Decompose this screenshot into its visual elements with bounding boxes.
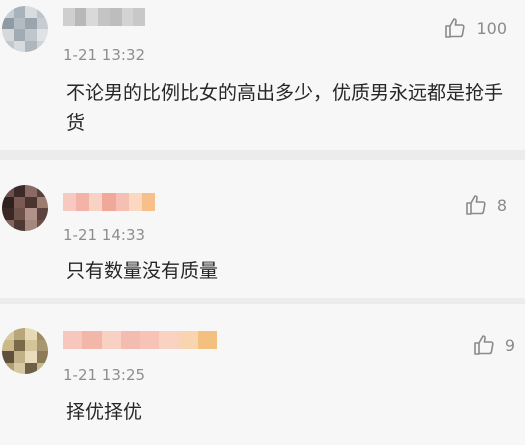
username-blurred[interactable]: [63, 331, 217, 349]
avatar-pixel: [36, 219, 48, 231]
username-pixel: [141, 193, 155, 211]
avatar-pixel: [2, 40, 14, 52]
username-blurred[interactable]: [63, 8, 146, 26]
thumbs-up-icon: [466, 195, 486, 215]
like-count: 100: [476, 18, 507, 38]
avatar-pixel: [13, 40, 25, 52]
username-pixel: [140, 331, 160, 349]
username-pixel: [63, 193, 77, 211]
comment-text: 只有数量没有质量: [66, 260, 219, 282]
avatar-pixel: [2, 328, 14, 340]
username-pixel: [102, 193, 116, 211]
avatar-pixel: [36, 328, 48, 340]
avatar-pixel: [36, 196, 48, 208]
avatar-pixel: [13, 6, 25, 18]
avatar-pixel: [36, 339, 48, 351]
avatar-pixel: [2, 208, 14, 220]
username-pixel: [74, 8, 87, 26]
avatar-pixel: [25, 328, 37, 340]
username-pixel: [121, 8, 134, 26]
avatar-pixel: [25, 339, 37, 351]
avatar-pixel: [36, 362, 48, 374]
avatar-pixel: [2, 339, 14, 351]
avatar-pixel: [25, 185, 37, 197]
username-pixel: [109, 8, 122, 26]
username-pixel: [178, 331, 198, 349]
avatar-pixel: [25, 40, 37, 52]
avatar-pixel: [36, 6, 48, 18]
avatar-pixel: [36, 29, 48, 41]
avatar-pixel: [25, 219, 37, 231]
comment-time: 1-21 13:32: [63, 46, 146, 64]
username-pixel: [197, 331, 217, 349]
username-pixel: [120, 331, 140, 349]
avatar-pixel: [36, 351, 48, 363]
avatar-pixel: [13, 351, 25, 363]
avatar[interactable]: [2, 6, 48, 52]
comment-item: 1-21 13:32 100 不论男的比例比女的高出多少，优质男永远都是抢手货: [0, 0, 525, 150]
comment-text: 不论男的比例比女的高出多少，优质男永远都是抢手货: [66, 82, 504, 134]
username-pixel: [76, 193, 90, 211]
thumbs-up-icon: [445, 18, 466, 38]
avatar-pixel: [13, 219, 25, 231]
avatar-pixel: [2, 29, 14, 41]
avatar-pixel: [2, 196, 14, 208]
avatar-pixel: [13, 185, 25, 197]
avatar[interactable]: [2, 328, 48, 374]
avatar-pixel: [2, 17, 14, 29]
avatar-pixel: [13, 328, 25, 340]
thumbs-up-icon: [474, 335, 494, 355]
avatar-pixel: [13, 29, 25, 41]
like-count: 8: [496, 195, 507, 215]
avatar-pixel: [2, 185, 14, 197]
avatar-pixel: [25, 6, 37, 18]
avatar-pixel: [13, 17, 25, 29]
avatar-pixel: [13, 362, 25, 374]
like-button[interactable]: 100: [443, 16, 507, 40]
comment-text: 择优择优: [66, 401, 143, 423]
avatar-pixel: [13, 339, 25, 351]
comment-item: 1-21 14:33 8 只有数量没有质量: [0, 160, 525, 298]
like-count: 9: [504, 335, 515, 355]
avatar-pixel: [25, 196, 37, 208]
avatar-pixel: [25, 208, 37, 220]
avatar-pixel: [13, 196, 25, 208]
avatar-pixel: [25, 351, 37, 363]
comment-time: 1-21 14:33: [63, 226, 146, 244]
comment-item: 1-21 13:25 9 择优择优: [0, 304, 525, 445]
avatar-pixel: [36, 185, 48, 197]
avatar-pixel: [13, 208, 25, 220]
username-pixel: [86, 8, 99, 26]
username-pixel: [115, 193, 129, 211]
username-pixel: [63, 331, 83, 349]
avatar-pixel: [36, 17, 48, 29]
like-button[interactable]: 8: [464, 193, 507, 217]
username-pixel: [159, 331, 179, 349]
avatar-pixel: [2, 351, 14, 363]
username-pixel: [63, 8, 75, 26]
avatar-pixel: [25, 17, 37, 29]
username-pixel: [82, 331, 102, 349]
avatar-pixel: [2, 362, 14, 374]
avatar-pixel: [2, 219, 14, 231]
username-pixel: [98, 8, 110, 26]
avatar-pixel: [36, 40, 48, 52]
username-pixel: [133, 8, 146, 26]
username-blurred[interactable]: [63, 193, 155, 211]
username-pixel: [89, 193, 103, 211]
avatar[interactable]: [2, 185, 48, 231]
username-pixel: [128, 193, 142, 211]
like-button[interactable]: 9: [472, 333, 515, 357]
avatar-pixel: [2, 6, 14, 18]
username-pixel: [101, 331, 121, 349]
avatar-pixel: [36, 208, 48, 220]
avatar-pixel: [25, 362, 37, 374]
avatar-pixel: [25, 29, 37, 41]
comment-time: 1-21 13:25: [63, 366, 146, 384]
